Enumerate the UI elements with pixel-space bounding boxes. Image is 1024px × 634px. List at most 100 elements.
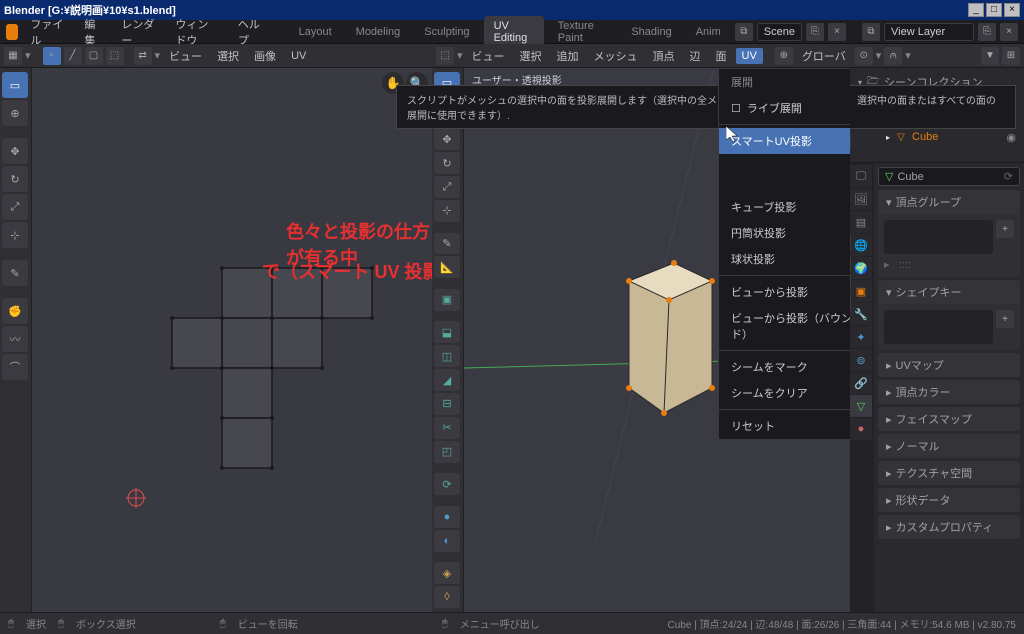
uv-menu-select[interactable]: 選択	[211, 46, 245, 66]
tool-spin[interactable]: ⟳	[434, 473, 460, 495]
workspace-texture-paint[interactable]: Texture Paint	[548, 16, 618, 48]
dropdown-clear-seam[interactable]: シームをクリア	[719, 380, 850, 406]
tool-grab[interactable]: ✊	[2, 298, 28, 324]
tool-shrink[interactable]: ◈	[434, 562, 460, 584]
v3d-menu-face[interactable]: 面	[710, 46, 733, 66]
workspace-sculpting[interactable]: Sculpting	[414, 22, 479, 42]
dropdown-reset[interactable]: リセット	[719, 413, 850, 439]
v3d-menu-select[interactable]: 選択	[514, 46, 548, 66]
tool-transform-3d[interactable]: ⊹	[434, 200, 460, 222]
ptab-particle[interactable]: ✦	[850, 326, 872, 348]
dropdown-live-unwrap[interactable]: ☐ ライブ展開	[719, 95, 850, 121]
panel-normals[interactable]: ▸ノーマル	[878, 434, 1020, 458]
tool-transform[interactable]: ⊹	[2, 222, 28, 248]
filter-icon[interactable]: ▼	[981, 47, 999, 65]
tool-rotate[interactable]: ↻	[2, 166, 28, 192]
workspace-anim[interactable]: Anim	[686, 22, 731, 42]
tool-annotate-3d[interactable]: ✎	[434, 233, 460, 255]
tool-annotate[interactable]: ✎	[2, 260, 28, 286]
ptab-physics[interactable]: ⊚	[850, 349, 872, 371]
v3d-menu-add[interactable]: 追加	[551, 46, 585, 66]
eye-icon[interactable]: ◉	[1006, 131, 1016, 144]
new-collection-icon[interactable]: ⊞	[1002, 47, 1020, 65]
uv-menu-uv[interactable]: UV	[285, 48, 312, 64]
workspace-layout[interactable]: Layout	[289, 22, 342, 42]
viewport-3d[interactable]: ユーザー・透視投影 (1) Cube ✋ 🔍	[464, 68, 850, 612]
pivot-icon[interactable]: ⊙	[855, 47, 873, 65]
tool-pinch[interactable]: ⌒	[2, 354, 28, 380]
tool-bevel[interactable]: ◢	[434, 369, 460, 391]
scene-name[interactable]: Scene	[757, 23, 802, 41]
blender-logo-icon[interactable]	[6, 24, 18, 40]
workspace-uv-editing[interactable]: UV Editing	[484, 16, 544, 48]
snap-icon[interactable]: ⩀	[884, 47, 902, 65]
panel-head-vg[interactable]: ▾頂点グループ	[878, 190, 1020, 214]
browse-layer-icon[interactable]: ⧉	[862, 23, 880, 41]
tool-move[interactable]: ✥	[2, 138, 28, 164]
v3d-menu-view[interactable]: ビュー	[466, 46, 511, 66]
tool-scale[interactable]: ⤢	[2, 194, 28, 220]
delete-layer-icon[interactable]: ×	[1000, 23, 1018, 41]
close-button[interactable]: ×	[1004, 3, 1020, 17]
uv-menu-image[interactable]: 画像	[248, 46, 282, 66]
dropdown-cylinder-proj[interactable]: 円筒状投影	[719, 220, 850, 246]
delete-scene-icon[interactable]: ×	[828, 23, 846, 41]
ptab-constraint[interactable]: 🔗	[850, 372, 872, 394]
panel-custom-props[interactable]: ▸カスタムプロパティ	[878, 515, 1020, 539]
tool-select-box[interactable]: ▭	[2, 72, 28, 98]
orientation-icon[interactable]: ⊕	[775, 47, 793, 65]
maximize-button[interactable]: □	[986, 3, 1002, 17]
uv-viewport[interactable]: ✋ 🔍	[32, 68, 432, 612]
object-name-field[interactable]: ▽ Cube ⟳	[878, 167, 1020, 186]
tool-loopcut[interactable]: ⊟	[434, 393, 460, 415]
uv-menu-view[interactable]: ビュー	[163, 46, 208, 66]
panel-vertex-colors[interactable]: ▸頂点カラー	[878, 380, 1020, 404]
select-mode-island-icon[interactable]: ⬚	[106, 47, 124, 65]
tool-rotate-3d[interactable]: ↻	[434, 152, 460, 174]
tool-measure[interactable]: 📐	[434, 256, 460, 278]
v3d-menu-vertex[interactable]: 頂点	[647, 46, 681, 66]
panel-facemaps[interactable]: ▸フェイスマップ	[878, 407, 1020, 431]
ptab-material[interactable]: ●	[850, 418, 872, 440]
tool-smooth[interactable]: ●	[434, 506, 460, 528]
tool-edge-slide[interactable]: ◐	[434, 530, 460, 552]
tool-polybuild[interactable]: ◰	[434, 441, 460, 463]
dropdown-view-proj[interactable]: ビューから投影	[719, 279, 850, 305]
tool-knife[interactable]: ✂	[434, 417, 460, 439]
panel-texspace[interactable]: ▸テクスチャ空間	[878, 461, 1020, 485]
workspace-modeling[interactable]: Modeling	[346, 22, 411, 42]
new-layer-icon[interactable]: ⎘	[978, 23, 996, 41]
select-mode-face-icon[interactable]: ▢	[85, 47, 103, 65]
tool-extrude[interactable]: ⬓	[434, 321, 460, 343]
dropdown-mark-seam[interactable]: シームをマーク	[719, 354, 850, 380]
view-layer-name[interactable]: View Layer	[884, 23, 974, 41]
tool-add-cube[interactable]: ▣	[434, 289, 460, 311]
select-mode-edge-icon[interactable]: ╱	[64, 47, 82, 65]
editor-type-3d-icon[interactable]: ⬚	[436, 47, 454, 65]
browse-scene-icon[interactable]: ⧉	[735, 23, 753, 41]
panel-uvmaps[interactable]: ▸UVマップ	[878, 353, 1020, 377]
uv-sync-icon[interactable]: ⇄	[134, 47, 152, 65]
dropdown-cube-proj[interactable]: キューブ投影	[719, 194, 850, 220]
tool-cursor[interactable]: ⊕	[2, 100, 28, 126]
dropdown-smart-uv[interactable]: スマートUV投影	[719, 128, 850, 154]
tool-inset[interactable]: ◫	[434, 345, 460, 367]
v3d-menu-mesh[interactable]: メッシュ	[588, 46, 644, 66]
workspace-shading[interactable]: Shading	[621, 22, 681, 42]
tool-relax[interactable]: 〰	[2, 326, 28, 352]
dropdown-view-proj-bounds[interactable]: ビューから投影（バウンド）	[719, 305, 850, 347]
tool-move-3d[interactable]: ✥	[434, 128, 460, 150]
minimize-button[interactable]: _	[968, 3, 984, 17]
add-sk-button[interactable]: +	[996, 310, 1014, 328]
v3d-menu-uv[interactable]: UV	[736, 48, 763, 64]
tool-rip[interactable]: ◊	[434, 586, 460, 608]
select-mode-vertex-icon[interactable]: ▫	[43, 47, 61, 65]
panel-head-sk[interactable]: ▾シェイプキー	[878, 280, 1020, 304]
panel-geomdata[interactable]: ▸形状データ	[878, 488, 1020, 512]
new-scene-icon[interactable]: ⎘	[806, 23, 824, 41]
v3d-menu-edge[interactable]: 辺	[684, 46, 707, 66]
orientation-label[interactable]: グローバ	[796, 46, 852, 66]
add-vg-button[interactable]: +	[996, 220, 1014, 238]
outliner-cube[interactable]: ▸▽ Cube ◉	[854, 128, 1020, 146]
ptab-mesh-data[interactable]: ▽	[850, 395, 872, 417]
